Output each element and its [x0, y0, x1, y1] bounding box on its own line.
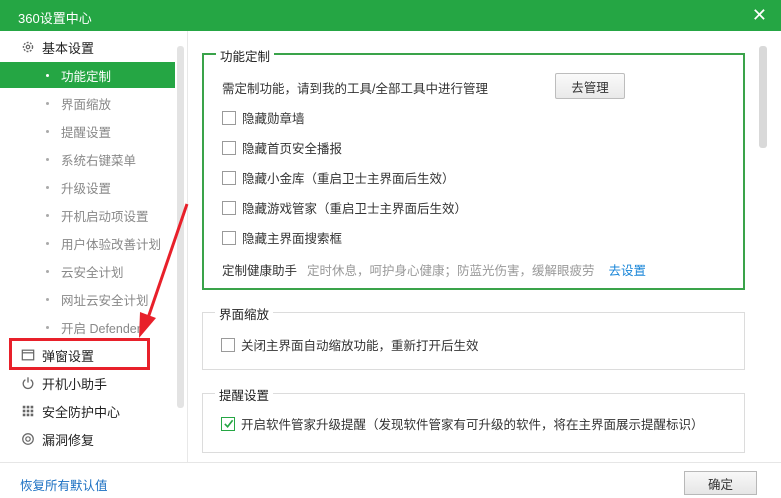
sidebar-item-label: 网址云安全计划: [61, 293, 149, 308]
sidebar-group-label: 漏洞修复: [42, 432, 95, 448]
option-software-manager-reminder[interactable]: 开启软件管家升级提醒（发现软件管家有可升级的软件，将在主界面展示提醒标识）: [221, 414, 704, 433]
restore-defaults-link[interactable]: 恢复所有默认值: [20, 475, 108, 494]
manage-button[interactable]: 去管理: [555, 73, 625, 99]
option-label: 隐藏主界面搜索框: [242, 232, 343, 246]
health-helper-row: 定制健康助手 定时休息，呵护身心健康；防蓝光伤害，缓解眼疲劳 去设置: [222, 260, 646, 279]
sidebar-item-url-cloud[interactable]: 网址云安全计划: [0, 286, 175, 312]
option-label: 开启软件管家升级提醒（发现软件管家有可升级的软件，将在主界面展示提醒标识）: [241, 418, 704, 432]
option-label: 隐藏首页安全播报: [242, 142, 343, 156]
option-label: 隐藏游戏管家（重启卫士主界面后生效）: [242, 202, 468, 216]
close-icon[interactable]: ✕: [752, 4, 767, 26]
sidebar-item-label: 开启 Defender: [61, 321, 141, 336]
option-hide-game-manager[interactable]: 隐藏游戏管家（重启卫士主界面后生效）: [222, 198, 467, 217]
manage-hint: 需定制功能，请到我的工具/全部工具中进行管理: [222, 78, 488, 97]
sidebar-item-label: 开机启动项设置: [61, 209, 149, 224]
sidebar-item-label: 云安全计划: [61, 265, 124, 280]
sidebar-item-startup[interactable]: 开机启动项设置: [0, 202, 175, 228]
option-hide-medal-wall[interactable]: 隐藏勋章墙: [222, 108, 305, 127]
sidebar-group-label: 基本设置: [42, 40, 95, 56]
ok-button[interactable]: 确定: [684, 471, 757, 495]
reminder-panel: 提醒设置 开启软件管家升级提醒（发现软件管家有可升级的软件，将在主界面展示提醒标…: [202, 385, 745, 453]
sidebar-item-custom[interactable]: 功能定制: [0, 62, 175, 88]
sidebar-item-reminder[interactable]: 提醒设置: [0, 118, 175, 144]
checkbox[interactable]: [222, 110, 236, 125]
sidebar-group-label: 开机小助手: [42, 376, 108, 392]
target-icon: [20, 431, 36, 447]
checkbox-checked[interactable]: [221, 416, 235, 431]
health-settings-link[interactable]: 去设置: [609, 260, 647, 279]
sidebar-group-boot-helper[interactable]: 开机小助手: [0, 370, 175, 396]
checkbox[interactable]: [222, 200, 236, 215]
sidebar-item-label: 界面缩放: [61, 97, 112, 112]
sidebar-item-label: 用户体验改善计划: [61, 237, 162, 252]
sidebar-scrollbar[interactable]: [177, 46, 184, 408]
power-icon: [20, 375, 36, 391]
option-hide-security-broadcast[interactable]: 隐藏首页安全播报: [222, 138, 342, 157]
sidebar-item-label: 升级设置: [61, 181, 112, 196]
check-icon: [223, 419, 233, 428]
option-hide-search-box[interactable]: 隐藏主界面搜索框: [222, 228, 342, 247]
checkbox[interactable]: [222, 140, 236, 155]
section-title: 界面缩放: [215, 304, 274, 323]
grid-icon: [20, 403, 36, 419]
main-content: 功能定制 需定制功能，请到我的工具/全部工具中进行管理 去管理 隐藏勋章墙 隐藏…: [188, 31, 768, 462]
sidebar-item-context-menu[interactable]: 系统右键菜单: [0, 146, 175, 172]
sidebar-item-label: 提醒设置: [61, 125, 112, 140]
checkbox[interactable]: [222, 230, 236, 245]
sidebar-group-label: 安全防护中心: [42, 404, 121, 420]
health-helper-desc: 定时休息，呵护身心健康；防蓝光伤害，缓解眼疲劳: [307, 264, 595, 278]
custom-features-panel: 功能定制 需定制功能，请到我的工具/全部工具中进行管理 去管理 隐藏勋章墙 隐藏…: [202, 46, 745, 290]
sidebar-item-zoom[interactable]: 界面缩放: [0, 90, 175, 116]
section-title: 提醒设置: [215, 385, 274, 404]
option-disable-auto-zoom[interactable]: 关闭主界面自动缩放功能，重新打开后生效: [221, 335, 479, 354]
title-bar: 360设置中心 ✕: [0, 0, 781, 31]
option-hide-vault[interactable]: 隐藏小金库（重启卫士主界面后生效）: [222, 168, 455, 187]
option-label: 关闭主界面自动缩放功能，重新打开后生效: [241, 339, 479, 353]
annotation-highlight-box: [9, 338, 150, 370]
window-title: 360设置中心: [18, 11, 92, 26]
gear-icon: [20, 39, 36, 55]
option-label: 隐藏小金库（重启卫士主界面后生效）: [242, 172, 455, 186]
main-scrollbar[interactable]: [759, 46, 767, 148]
section-title: 功能定制: [216, 46, 275, 65]
sidebar-group-security-center[interactable]: 安全防护中心: [0, 398, 175, 424]
health-helper-label: 定制健康助手: [222, 264, 298, 278]
zoom-panel: 界面缩放 关闭主界面自动缩放功能，重新打开后生效: [202, 304, 745, 370]
sidebar-item-upgrade[interactable]: 升级设置: [0, 174, 175, 200]
sidebar-item-cloud-security[interactable]: 云安全计划: [0, 258, 175, 284]
sidebar-item-ux-plan[interactable]: 用户体验改善计划: [0, 230, 175, 256]
sidebar-group-vuln-fix[interactable]: 漏洞修复: [0, 426, 175, 452]
manage-hint-text: 需定制功能，请到我的工具/全部工具中进行管理: [222, 82, 488, 96]
sidebar-item-label: 功能定制: [61, 69, 112, 84]
footer: 恢复所有默认值 确定: [0, 462, 781, 498]
sidebar-item-label: 系统右键菜单: [61, 153, 137, 168]
sidebar-item-defender[interactable]: 开启 Defender: [0, 314, 175, 340]
sidebar: 基本设置 功能定制 界面缩放 提醒设置 系统右键菜单 升级设置 开机启动项设置 …: [0, 31, 188, 462]
checkbox[interactable]: [221, 337, 235, 352]
option-label: 隐藏勋章墙: [242, 112, 305, 126]
sidebar-group-basic[interactable]: 基本设置: [0, 34, 175, 60]
checkbox[interactable]: [222, 170, 236, 185]
